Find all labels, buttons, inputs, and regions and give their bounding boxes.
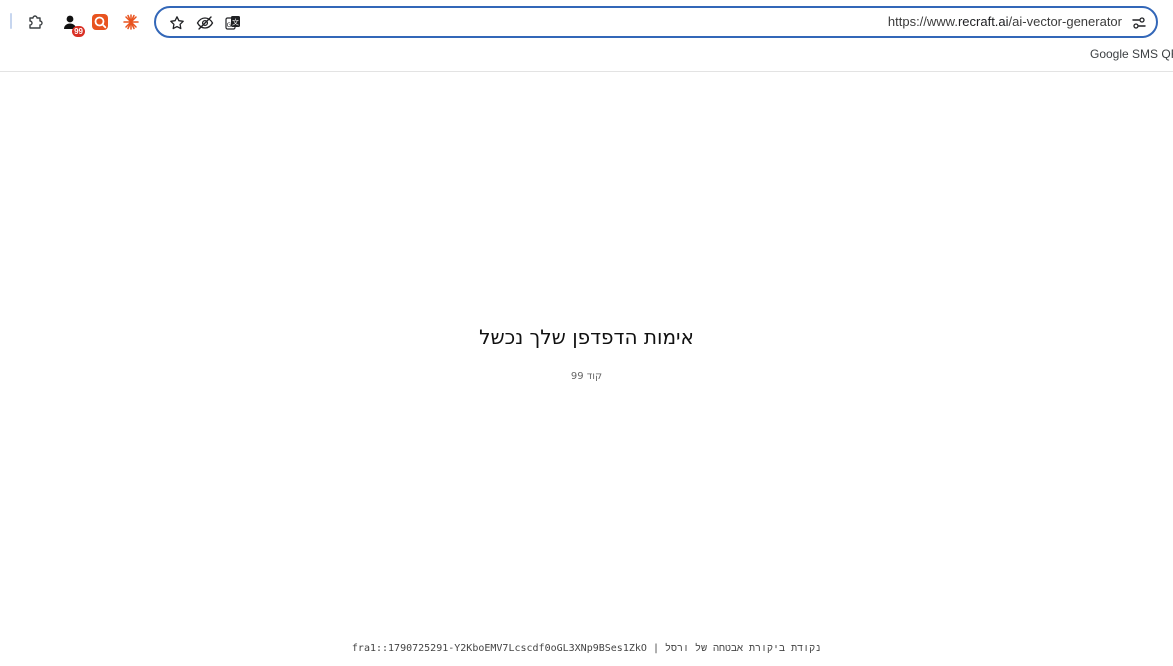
bookmarks-bar: Google SMS QR E [0,44,1173,72]
security-checkpoint-footer: נקודת ביקורת אבטחה של ורסל | fra1::17907… [351,643,822,654]
eye-off-icon[interactable] [194,12,216,34]
bookmark-star-icon[interactable] [166,12,188,34]
translate-icon[interactable]: 文G [222,12,244,34]
sparkle-extension-icon[interactable] [118,9,144,35]
url-path: /ai-vector-generator [1008,14,1122,29]
browser-toolbar: 99 文G https://www.recraft.ai/ai-vector-g… [0,0,1173,44]
bookmark-item[interactable]: Google SMS QR E [1090,47,1173,61]
site-settings-tune-icon[interactable] [1128,12,1150,34]
extension-badge: 99 [72,26,85,37]
url-domain: recraft.ai [957,14,1009,29]
address-bar[interactable]: 文G https://www.recraft.ai/ai-vector-gene… [154,6,1158,38]
error-title: אימות הדפדפן שלך נכשל [479,325,694,349]
page-content: אימות הדפדפן שלך נכשל קוד 99 נקודת ביקור… [0,72,1173,666]
svg-text:G: G [227,22,232,29]
profile-extension-icon[interactable]: 99 [57,9,85,37]
url-text[interactable]: https://www.recraft.ai/ai-vector-generat… [888,14,1122,29]
svg-text:文: 文 [232,18,239,27]
error-code: קוד 99 [570,371,603,382]
url-scheme-host: https://www. [887,14,958,29]
search-lens-extension-icon[interactable] [87,9,113,35]
extensions-puzzle-icon[interactable] [23,9,49,35]
toolbar-divider [10,13,12,29]
